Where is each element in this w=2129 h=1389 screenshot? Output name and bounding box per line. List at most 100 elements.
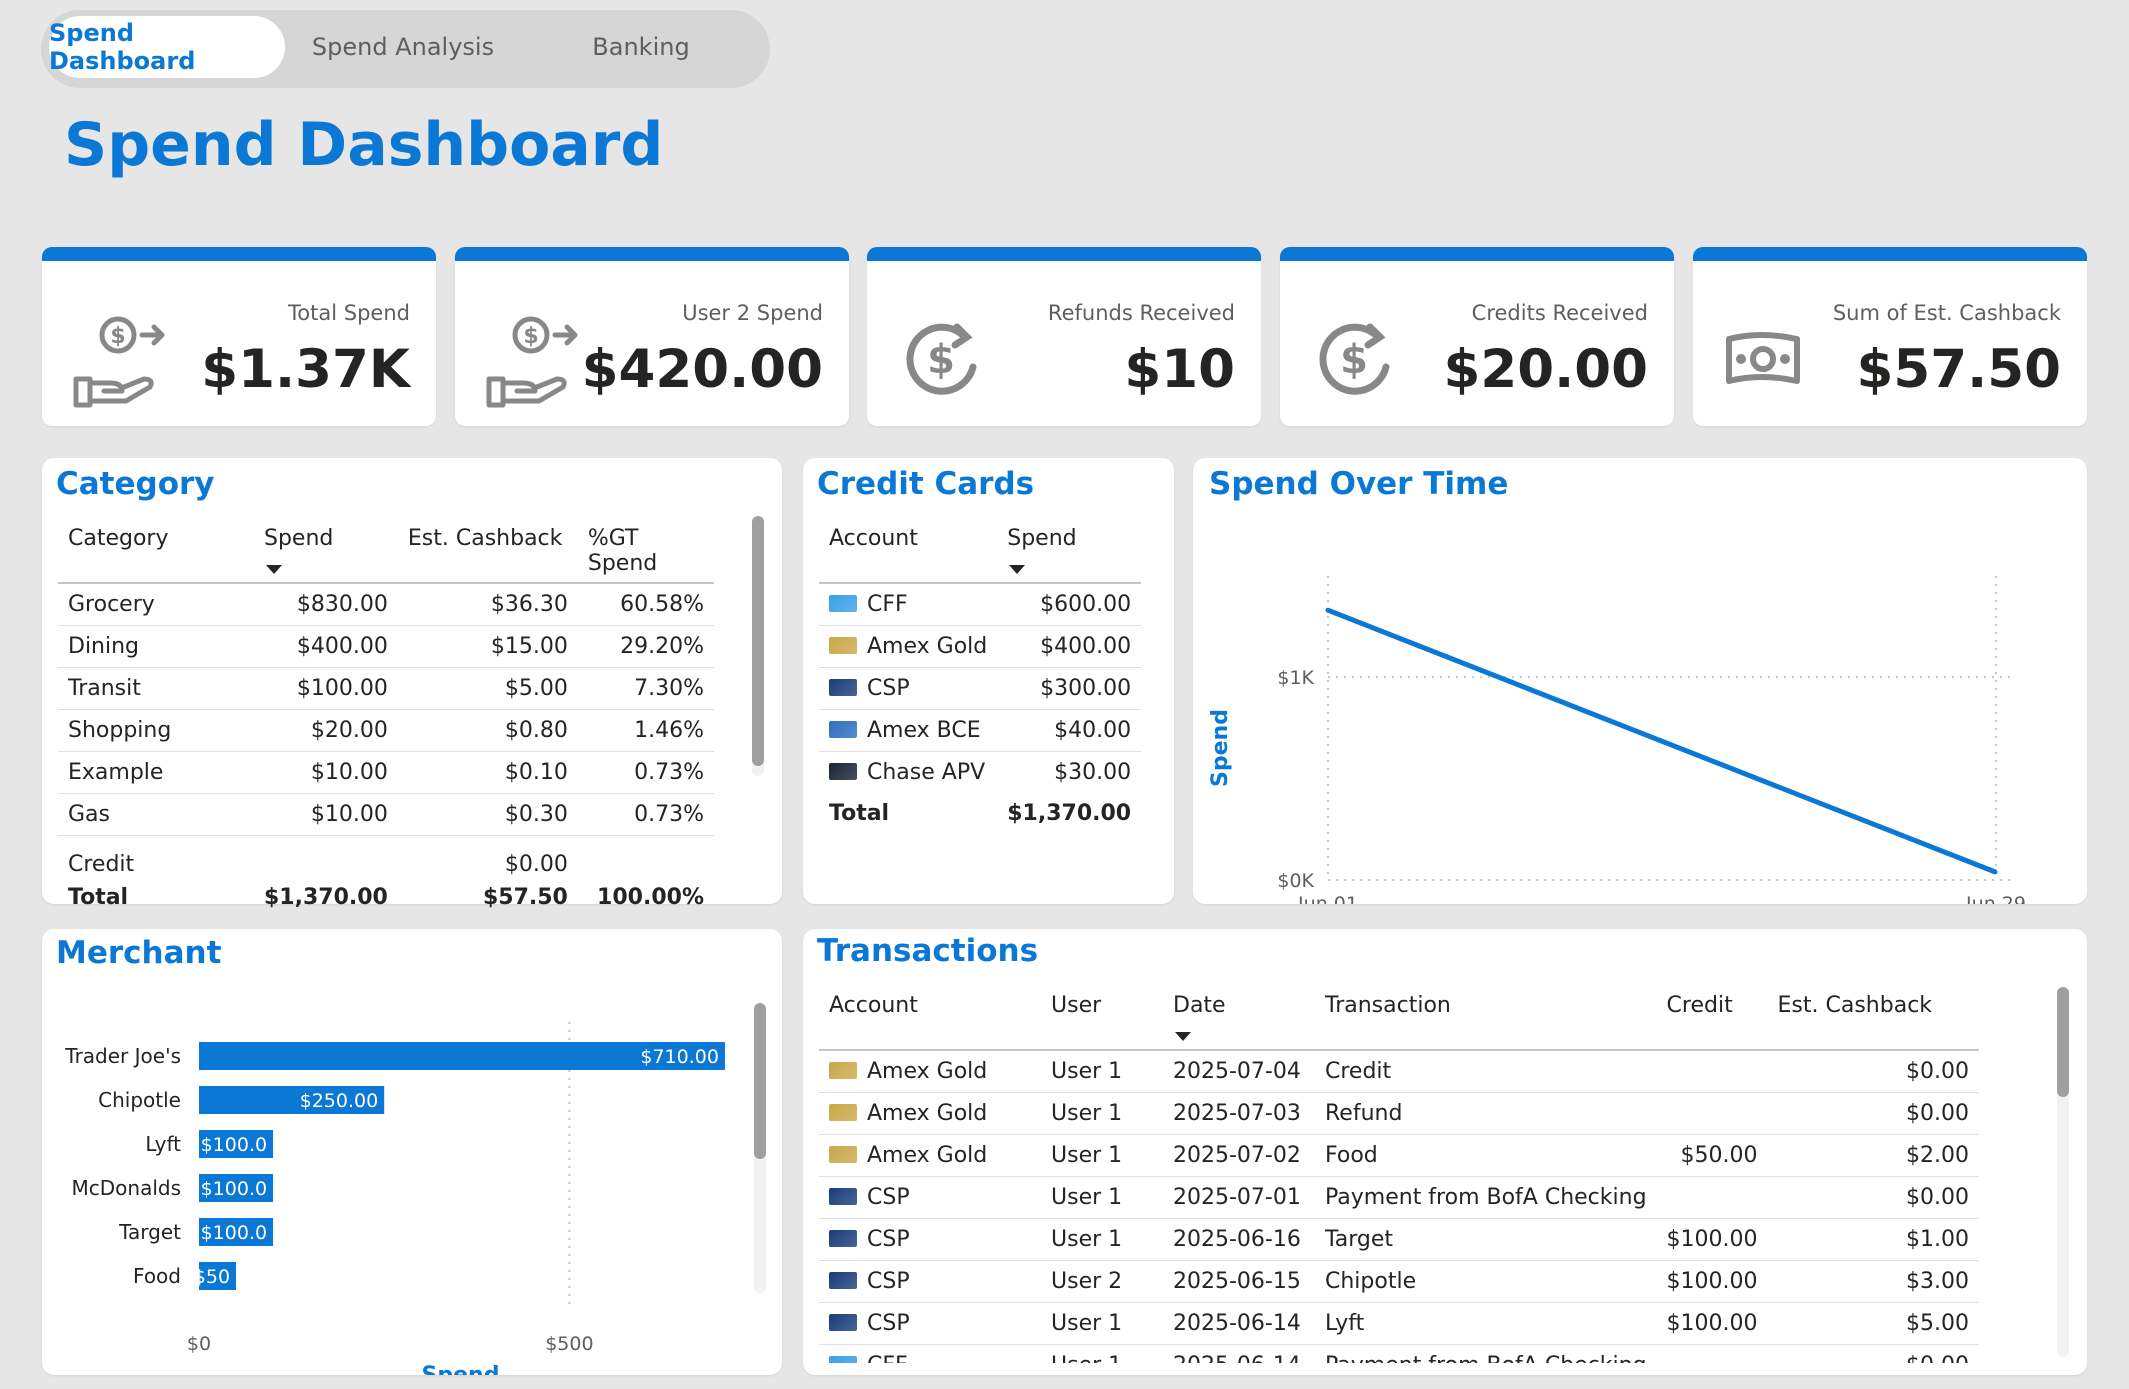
merchant-panel: Merchant $0 $500 Trader Joe's $710.00 Chipot… — [42, 929, 782, 1375]
column-header-sorted[interactable]: Spend — [254, 512, 398, 583]
cell: User 1 — [1041, 1176, 1163, 1219]
kpi-label: Sum of Est. Cashback — [1832, 301, 2061, 325]
tab-spend-analysis[interactable]: Spend Analysis — [285, 16, 521, 78]
cell: $2.00 — [1767, 1134, 1979, 1177]
table-row[interactable]: Credit $0.00 — [58, 835, 714, 877]
cell: 0.73% — [577, 751, 714, 794]
table-row[interactable]: Grocery $830.00 $36.30 60.58% — [58, 582, 714, 626]
hand-dollar-icon: $ — [486, 316, 578, 408]
table-row[interactable]: CSP User 1 2025-06-14 Lyft $100.00 $5.00 — [819, 1302, 1979, 1345]
x-tick-label: $0 — [187, 1333, 211, 1355]
table-row[interactable]: CFF User 1 2025-06-14 Payment from BofA … — [819, 1344, 1979, 1363]
column-header-sorted[interactable]: Date — [1163, 979, 1315, 1050]
kpi-card-refunds-received[interactable]: $ Refunds Received $10 — [867, 247, 1261, 426]
cell: Chase APV — [819, 751, 998, 793]
table-row[interactable]: Chase APV $30.00 — [819, 751, 1142, 793]
y-axis-title: Spend — [1208, 709, 1233, 787]
cell: $100.00 — [1656, 1260, 1768, 1303]
panel-title: Credit Cards — [817, 466, 1035, 502]
cell: CFF — [819, 582, 998, 626]
cell: $10.00 — [254, 793, 398, 836]
kpi-card-total-spend[interactable]: $ Total Spend $1.37K — [42, 247, 436, 426]
table-row[interactable]: CSP User 2 2025-06-15 Chipotle $100.00 $… — [819, 1260, 1979, 1303]
kpi-label: Credits Received — [1471, 301, 1648, 325]
table-row[interactable]: CSP User 1 2025-06-16 Target $100.00 $1.… — [819, 1218, 1979, 1261]
data-label: $100.0 — [201, 1222, 267, 1244]
column-header[interactable]: Category — [58, 512, 254, 583]
cell: 2025-07-03 — [1163, 1092, 1315, 1135]
cell: $300.00 — [997, 667, 1142, 710]
table-row[interactable]: Example $10.00 $0.10 0.73% — [58, 751, 714, 794]
cell: Shopping — [58, 709, 254, 752]
column-header[interactable]: Credit — [1657, 979, 1768, 1050]
table-row[interactable]: CFF $600.00 — [819, 582, 1142, 626]
cell: $30.00 — [997, 751, 1142, 793]
kpi-value: $20.00 — [1443, 339, 1648, 400]
table-row[interactable]: Amex Gold User 1 2025-07-02 Food $50.00 … — [819, 1134, 1979, 1177]
kpi-label: Total Spend — [288, 301, 410, 325]
cell: Amex Gold — [819, 625, 998, 668]
column-header[interactable]: Account — [819, 979, 1041, 1050]
cell: $0.00 — [1767, 1344, 1979, 1363]
table-row[interactable]: Amex BCE $40.00 — [819, 709, 1142, 752]
cell: CSP — [819, 1302, 1041, 1345]
table-row[interactable]: Dining $400.00 $15.00 29.20% — [58, 625, 714, 668]
y-tick-label: $1K — [1277, 667, 1314, 689]
column-header[interactable]: %GT Spend — [578, 512, 714, 583]
panel-title: Merchant — [56, 935, 222, 971]
table-row[interactable]: Transit $100.00 $5.00 7.30% — [58, 667, 714, 710]
tab-banking[interactable]: Banking — [523, 16, 759, 78]
column-header[interactable]: Transaction — [1315, 979, 1657, 1050]
transactions-panel: Transactions Account User Date Transacti… — [803, 929, 2087, 1375]
table-row[interactable]: CSP User 1 2025-07-01 Payment from BofA … — [819, 1176, 1979, 1219]
table-row[interactable]: Gas $10.00 $0.30 0.73% — [58, 793, 714, 836]
cell: Payment from BofA Checking — [1315, 1344, 1657, 1363]
scrollbar-thumb[interactable] — [2057, 987, 2069, 1097]
cell — [1656, 1092, 1768, 1135]
data-label-clip: $100.0 — [201, 1134, 267, 1156]
cell: $0.80 — [397, 709, 578, 752]
column-header[interactable]: Account — [819, 512, 997, 583]
cell — [1656, 1344, 1768, 1363]
table-row[interactable]: Amex Gold $400.00 — [819, 625, 1142, 668]
cell: $0.00 — [1767, 1092, 1979, 1135]
cell: 60.58% — [577, 582, 714, 626]
column-header[interactable]: Est. Cashback — [398, 512, 578, 583]
data-label: $250.00 — [300, 1090, 379, 1112]
column-header[interactable]: User — [1041, 979, 1163, 1050]
tab-spend-dashboard[interactable]: Spend Dashboard — [49, 16, 285, 78]
cell: Refund — [1315, 1092, 1657, 1135]
cell — [1656, 1176, 1768, 1219]
kpi-label: Refunds Received — [1047, 301, 1235, 325]
merchant-bar-chart[interactable]: $0 $500 Trader Joe's $710.00 Chipotle $250.00… — [42, 989, 782, 1375]
column-header[interactable]: Est. Cashback — [1768, 979, 1979, 1050]
cell: Example — [58, 751, 254, 794]
page-title: Spend Dashboard — [64, 110, 664, 180]
table-row[interactable]: Amex Gold User 1 2025-07-03 Refund $0.00 — [819, 1092, 1979, 1135]
cell: $10.00 — [254, 751, 398, 794]
credit-cards-table: Account Spend CFF $600.00 Amex Gold $400… — [819, 512, 1142, 834]
cell: 0.73% — [577, 793, 714, 836]
data-label-clip: $50 — [199, 1266, 230, 1288]
column-header-sorted[interactable]: Spend — [997, 512, 1141, 583]
table-row[interactable]: Amex Gold User 1 2025-07-04 Credit $0.00 — [819, 1049, 1979, 1093]
svg-text:$: $ — [1340, 337, 1368, 383]
kpi-card-credits-received[interactable]: $ Credits Received $20.00 — [1280, 247, 1674, 426]
cell: 2025-06-16 — [1163, 1218, 1315, 1261]
cell: $1.00 — [1767, 1218, 1979, 1261]
credit-card-icon — [829, 1313, 857, 1331]
category-table: Category Spend Est. Cashback %GT Spend G… — [58, 512, 714, 918]
spend-over-time-panel: Spend Over Time $0K$1KJun 01Jun 29YearSp… — [1193, 458, 2087, 904]
scrollbar-thumb[interactable] — [752, 516, 764, 766]
table-row[interactable]: Shopping $20.00 $0.80 1.46% — [58, 709, 714, 752]
kpi-card-est-cashback[interactable]: Sum of Est. Cashback $57.50 — [1693, 247, 2087, 426]
spend-over-time-chart[interactable]: $0K$1KJun 01Jun 29YearSpend — [1193, 518, 2087, 904]
table-row[interactable]: CSP $300.00 — [819, 667, 1142, 710]
category-label: McDonalds — [72, 1176, 182, 1200]
panel-title: Spend Over Time — [1209, 466, 1509, 502]
cell: $400.00 — [997, 625, 1142, 668]
data-label: $100.0 — [201, 1134, 267, 1156]
cell: Total — [829, 801, 890, 826]
kpi-card-user2-spend[interactable]: $ User 2 Spend $420.00 — [455, 247, 849, 426]
scrollbar-thumb[interactable] — [754, 1003, 766, 1159]
